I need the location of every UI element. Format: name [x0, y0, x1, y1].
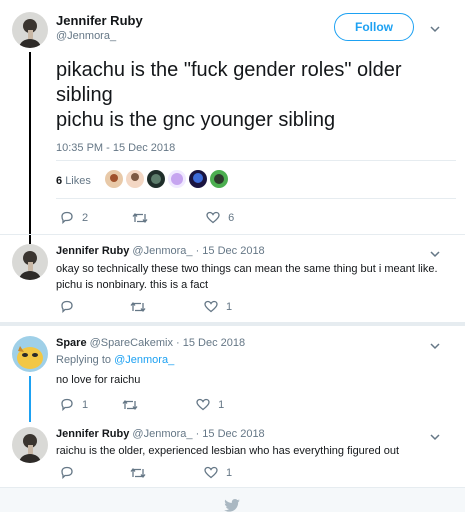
page-footer: [0, 487, 465, 512]
author-handle[interactable]: @Jenmora_: [132, 428, 192, 440]
reply-icon: [61, 466, 73, 479]
reply-date[interactable]: · 15 Dec 2018: [176, 337, 245, 349]
reply-actions: 1: [60, 466, 276, 479]
thread-line: [29, 52, 31, 244]
heart-icon: [196, 398, 210, 411]
retweet-button[interactable]: [130, 467, 154, 479]
chevron-down-icon[interactable]: [428, 430, 442, 444]
reply-actions: 1 1: [60, 398, 268, 411]
reply-actions: 1: [60, 300, 276, 313]
reply-date[interactable]: · 15 Dec 2018: [196, 428, 265, 440]
reply-count: 1: [82, 398, 89, 411]
reply-text-line: raichu is the older, experienced lesbian…: [56, 445, 400, 457]
liker-avatar[interactable]: [126, 170, 144, 188]
avatar-image: [12, 12, 48, 48]
heart-icon: [206, 211, 220, 224]
avatar[interactable]: [12, 336, 48, 372]
avatar-image: [12, 244, 48, 280]
retweet-icon: [132, 212, 148, 223]
twitter-bird-icon: [224, 499, 240, 512]
replying-to: Replying to @Jenmora_: [56, 354, 174, 366]
like-button[interactable]: 1: [204, 300, 232, 313]
divider: [56, 160, 456, 161]
reply-icon: [61, 300, 73, 313]
avatar-image: [12, 336, 48, 372]
reply-text-line: okay so technically these two things can…: [56, 263, 438, 275]
likes-summary[interactable]: 6 Likes: [56, 175, 91, 187]
like-count: 1: [226, 466, 233, 479]
reply-button[interactable]: [60, 300, 82, 313]
author-name[interactable]: Jennifer Ruby: [56, 245, 129, 257]
like-button[interactable]: 1: [196, 398, 224, 411]
liker-avatar[interactable]: [210, 170, 228, 188]
divider: [0, 322, 465, 326]
author-name[interactable]: Jennifer Ruby: [56, 13, 143, 28]
retweet-button[interactable]: [132, 212, 156, 224]
avatar[interactable]: [12, 427, 48, 463]
tweet-text-line: sibling: [56, 84, 113, 106]
likes-label: Likes: [65, 175, 91, 187]
tweet-timestamp[interactable]: 10:35 PM - 15 Dec 2018: [56, 142, 175, 154]
reply-text: okay so technically these two things can…: [56, 261, 456, 293]
tweet-actions: 2 6: [60, 211, 278, 224]
reply-text-line: no love for raichu: [56, 374, 141, 386]
replying-to-link[interactable]: @Jenmora_: [114, 354, 174, 366]
heart-icon: [204, 466, 218, 479]
like-button[interactable]: 6: [206, 211, 234, 224]
chevron-down-icon[interactable]: [428, 339, 442, 353]
reply-button[interactable]: 2: [60, 211, 88, 224]
reply-button[interactable]: 1: [60, 398, 88, 411]
like-count: 6: [228, 211, 235, 224]
liker-avatar[interactable]: [168, 170, 186, 188]
replying-to-label: Replying to: [56, 354, 112, 366]
retweet-icon: [130, 301, 146, 312]
reply-header: Spare @SpareCakemix · 15 Dec 2018: [56, 337, 245, 349]
tweet-text: pikachu is the "fuck gender roles" older…: [56, 58, 456, 133]
reply-icon: [61, 211, 73, 224]
reply-text: no love for raichu: [56, 372, 456, 388]
author-handle[interactable]: @SpareCakemix: [90, 337, 173, 349]
retweet-button[interactable]: [130, 301, 154, 313]
thread-line: [29, 376, 31, 422]
retweet-button[interactable]: [122, 399, 146, 411]
reply-header: Jennifer Ruby @Jenmora_ · 15 Dec 2018: [56, 245, 265, 257]
follow-button[interactable]: Follow: [334, 13, 414, 41]
likes-count: 6: [56, 175, 63, 187]
divider: [0, 234, 465, 235]
liker-avatar[interactable]: [105, 170, 123, 188]
reply-date[interactable]: · 15 Dec 2018: [196, 245, 265, 257]
tweet-text-line: pikachu is the "fuck gender roles" older: [56, 59, 402, 81]
avatar[interactable]: [12, 12, 48, 48]
retweet-icon: [130, 467, 146, 478]
chevron-down-icon[interactable]: [428, 247, 442, 261]
reply-button[interactable]: [60, 466, 82, 479]
like-button[interactable]: 1: [204, 466, 232, 479]
liker-avatar[interactable]: [147, 170, 165, 188]
avatar[interactable]: [12, 244, 48, 280]
liker-avatars: [105, 170, 231, 188]
retweet-icon: [122, 399, 138, 410]
author-name[interactable]: Jennifer Ruby: [56, 428, 129, 440]
reply-icon: [61, 398, 73, 411]
chevron-down-icon[interactable]: [428, 22, 442, 36]
author-name[interactable]: Spare: [56, 337, 87, 349]
reply-text-line: pichu is nonbinary. this is a fact: [56, 279, 209, 291]
author-handle[interactable]: @Jenmora_: [132, 245, 192, 257]
reply-count: 2: [82, 211, 89, 224]
reply-text: raichu is the older, experienced lesbian…: [56, 443, 456, 459]
author-handle[interactable]: @Jenmora_: [56, 30, 116, 42]
heart-icon: [204, 300, 218, 313]
like-count: 1: [226, 300, 233, 313]
like-count: 1: [218, 398, 225, 411]
divider: [56, 198, 456, 199]
liker-avatar[interactable]: [189, 170, 207, 188]
avatar-image: [12, 427, 48, 463]
tweet-text-line: pichu is the gnc younger sibling: [56, 109, 336, 131]
reply-header: Jennifer Ruby @Jenmora_ · 15 Dec 2018: [56, 428, 265, 440]
